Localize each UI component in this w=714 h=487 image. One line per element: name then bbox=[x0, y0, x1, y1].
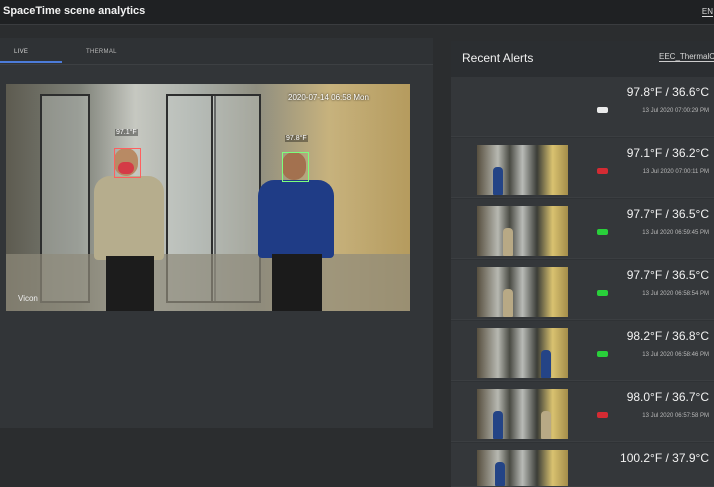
alert-temperature: 97.1°F / 36.2°C bbox=[626, 146, 709, 160]
camera-select[interactable]: EEC_ThermalC bbox=[659, 52, 714, 62]
alert-badge-icon bbox=[597, 290, 608, 296]
tab-thermal[interactable]: THERMAL bbox=[86, 49, 117, 55]
alert-temperature: 100.2°F / 37.9°C bbox=[620, 451, 709, 465]
video-watermark: Vicon bbox=[18, 294, 38, 303]
temperature-tag: 97.8°F bbox=[285, 135, 308, 142]
top-bar: SpaceTime scene analytics EN bbox=[0, 0, 714, 25]
alert-temperature: 97.7°F / 36.5°C bbox=[626, 268, 709, 282]
alert-time: 13 Jul 2020 06:57:58 PM bbox=[642, 413, 709, 419]
live-video-feed[interactable]: 97.1°F 97.8°F 2020-07-14 06:58 Mon Vicon bbox=[6, 84, 410, 311]
alert-badge-icon bbox=[597, 107, 608, 113]
video-timestamp: 2020-07-14 06:58 Mon bbox=[288, 93, 369, 102]
temperature-tag: 97.1°F bbox=[115, 129, 138, 136]
tab-bar: LIVE THERMAL bbox=[0, 38, 433, 65]
alerts-title: Recent Alerts bbox=[462, 51, 534, 65]
alert-item[interactable]: 98.0°F / 36.7°C 13 Jul 2020 06:57:58 PM bbox=[451, 382, 714, 442]
face-detection-box bbox=[114, 148, 141, 178]
person-body bbox=[258, 180, 334, 258]
alert-temperature: 98.2°F / 36.8°C bbox=[626, 329, 709, 343]
active-tab-indicator bbox=[0, 61, 62, 63]
alert-item[interactable]: 98.2°F / 36.8°C 13 Jul 2020 06:58:46 PM bbox=[451, 321, 714, 381]
face-detection-box bbox=[282, 152, 309, 182]
alert-time: 13 Jul 2020 06:58:46 PM bbox=[642, 352, 709, 358]
alert-badge-icon bbox=[597, 351, 608, 357]
alert-time: 13 Jul 2020 07:00:29 PM bbox=[642, 108, 709, 114]
alert-item[interactable]: 97.8°F / 36.6°C 13 Jul 2020 07:00:29 PM bbox=[451, 77, 714, 137]
tab-live[interactable]: LIVE bbox=[14, 49, 28, 55]
alert-temperature: 98.0°F / 36.7°C bbox=[626, 390, 709, 404]
alert-time: 13 Jul 2020 06:59:45 PM bbox=[642, 230, 709, 236]
alert-time: 13 Jul 2020 07:00:11 PM bbox=[642, 169, 709, 175]
person-body bbox=[94, 176, 164, 260]
alert-item[interactable]: 100.2°F / 37.9°C bbox=[451, 443, 714, 487]
alerts-header: Recent Alerts EEC_ThermalC bbox=[451, 41, 714, 78]
person-legs bbox=[272, 254, 322, 311]
alert-item[interactable]: 97.1°F / 36.2°C 13 Jul 2020 07:00:11 PM bbox=[451, 138, 714, 198]
alert-temperature: 97.7°F / 36.5°C bbox=[626, 207, 709, 221]
language-selector[interactable]: EN bbox=[701, 7, 713, 17]
alert-badge-icon bbox=[597, 168, 608, 174]
app-title: SpaceTime scene analytics bbox=[3, 5, 146, 17]
alert-item[interactable]: 97.7°F / 36.5°C 13 Jul 2020 06:58:54 PM bbox=[451, 260, 714, 320]
alert-badge-icon bbox=[597, 412, 608, 418]
person-legs bbox=[106, 256, 154, 311]
alert-temperature: 97.8°F / 36.6°C bbox=[626, 85, 709, 99]
alert-badge-icon bbox=[597, 229, 608, 235]
alert-item[interactable]: 97.7°F / 36.5°C 13 Jul 2020 06:59:45 PM bbox=[451, 199, 714, 259]
alert-time: 13 Jul 2020 06:58:54 PM bbox=[642, 291, 709, 297]
floor bbox=[6, 254, 410, 311]
